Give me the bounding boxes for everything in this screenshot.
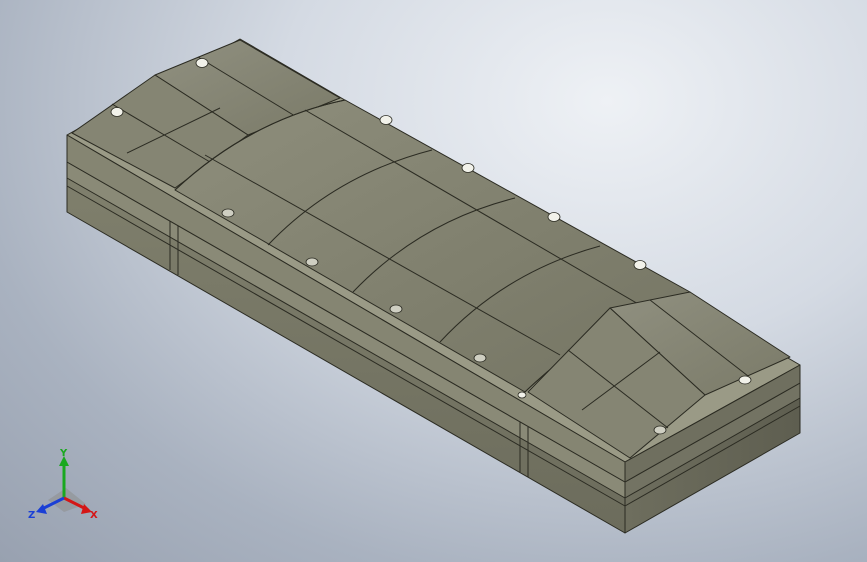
fastener-dome-icon xyxy=(305,257,319,267)
fastener-dome-icon xyxy=(547,212,561,222)
fastener-dome-icon xyxy=(738,375,752,385)
fastener-dome-icon xyxy=(461,163,475,173)
fastener-dome-icon xyxy=(389,304,403,314)
fastener-dome-icon xyxy=(379,115,393,125)
fastener-dome-icon xyxy=(653,425,667,435)
view-orientation-triad[interactable]: Y X Z xyxy=(26,448,106,524)
axis-y-label: Y xyxy=(59,448,68,459)
axis-z-label: Z xyxy=(28,510,35,521)
fastener-dome-icon xyxy=(195,58,209,68)
fastener-dome-icon xyxy=(473,353,487,363)
fastener-dome-icon xyxy=(517,391,527,399)
fastener-dome-icon xyxy=(221,208,235,218)
triad-axes-icon: Y X Z xyxy=(28,448,98,521)
axis-x-label: X xyxy=(90,510,98,521)
fastener-dome-icon xyxy=(633,260,647,270)
fastener-dome-icon xyxy=(110,107,124,117)
skylight-model-3d[interactable] xyxy=(0,0,867,562)
graphics-viewport[interactable]: Y X Z xyxy=(0,0,867,562)
